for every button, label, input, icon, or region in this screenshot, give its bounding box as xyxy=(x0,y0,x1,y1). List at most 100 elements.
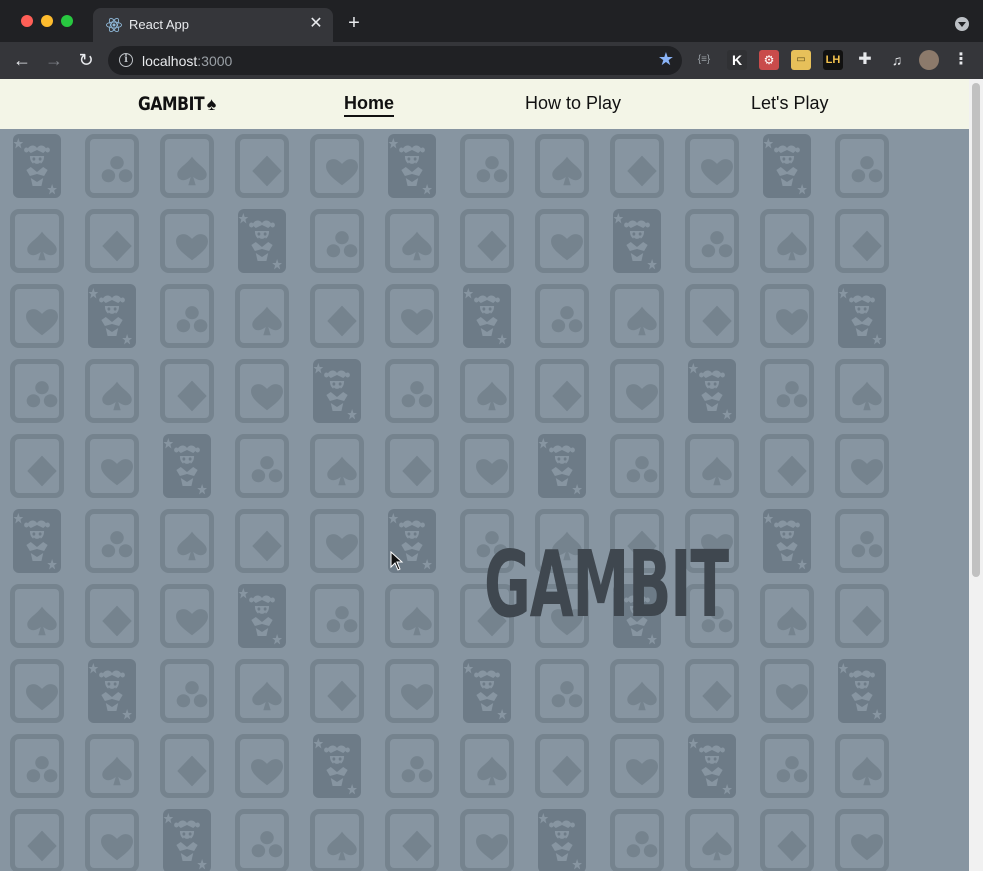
spades-card-icon xyxy=(610,284,664,348)
diamonds-card-icon xyxy=(235,509,289,573)
joker-card-icon xyxy=(763,509,811,573)
browser-menu-icon[interactable]: ⋮ xyxy=(951,50,971,70)
profile-avatar[interactable] xyxy=(919,50,939,70)
hearts-card-icon xyxy=(460,809,514,871)
joker-card-icon xyxy=(13,509,61,573)
spades-card-icon xyxy=(160,134,214,198)
hearts-card-icon xyxy=(610,359,664,423)
puzzle-extensions-icon[interactable]: ✚ xyxy=(855,50,875,70)
joker-card-icon xyxy=(388,134,436,198)
hearts-card-icon xyxy=(10,659,64,723)
spades-card-icon xyxy=(460,734,514,798)
spades-card-icon xyxy=(535,134,589,198)
spades-card-icon xyxy=(760,209,814,273)
joker-card-icon xyxy=(88,659,136,723)
diamonds-card-icon xyxy=(160,734,214,798)
diamonds-card-icon xyxy=(760,434,814,498)
nav-home-link[interactable]: Home xyxy=(344,93,395,117)
diamonds-card-icon xyxy=(535,359,589,423)
react-devtools-icon[interactable]: ⚙ xyxy=(759,50,779,70)
joker-card-icon xyxy=(313,734,361,798)
new-tab-button[interactable]: + xyxy=(343,12,365,34)
clubs-card-icon xyxy=(160,659,214,723)
clubs-card-icon xyxy=(385,734,439,798)
brand-text: GAMBIT xyxy=(138,93,205,115)
close-tab-icon[interactable]: ✕ xyxy=(307,15,325,33)
spades-card-icon xyxy=(835,734,889,798)
close-window-button[interactable] xyxy=(21,15,33,27)
joker-card-icon xyxy=(688,734,736,798)
back-button[interactable]: ← xyxy=(10,48,34,72)
diamonds-card-icon xyxy=(610,134,664,198)
spades-card-icon xyxy=(460,359,514,423)
tab-strip: React App ✕ + xyxy=(0,0,983,42)
forward-button[interactable]: → xyxy=(42,48,66,72)
clubs-card-icon xyxy=(760,359,814,423)
address-bar[interactable]: i localhost:3000 ★ xyxy=(108,46,682,75)
browser-tab[interactable]: React App ✕ xyxy=(93,8,333,42)
diamonds-card-icon xyxy=(385,809,439,871)
clubs-card-icon xyxy=(85,134,139,198)
diamonds-card-icon xyxy=(385,434,439,498)
joker-card-icon xyxy=(88,284,136,348)
joker-card-icon xyxy=(613,209,661,273)
diamonds-card-icon xyxy=(10,809,64,871)
diamonds-card-icon xyxy=(235,134,289,198)
diamonds-card-icon xyxy=(10,434,64,498)
hearts-card-icon xyxy=(85,809,139,871)
hearts-card-icon xyxy=(310,509,364,573)
spade-icon: ♠ xyxy=(206,94,217,114)
site-navbar: GAMBIT ♠ Home How to Play Let's Play xyxy=(0,79,969,129)
hearts-card-icon xyxy=(85,434,139,498)
spades-card-icon xyxy=(310,434,364,498)
diamonds-card-icon xyxy=(310,659,364,723)
clubs-card-icon xyxy=(535,284,589,348)
scrollbar-thumb[interactable] xyxy=(972,83,980,577)
brand-logo[interactable]: GAMBIT ♠ xyxy=(138,92,216,116)
joker-card-icon xyxy=(538,809,586,871)
reload-button[interactable]: ↻ xyxy=(74,48,98,72)
spades-card-icon xyxy=(685,434,739,498)
notes-extension-icon[interactable]: ▭ xyxy=(791,50,811,70)
page-viewport: GAMBIT ♠ Home How to Play Let's Play GAM… xyxy=(0,79,969,871)
joker-card-icon xyxy=(688,359,736,423)
bookmark-star-icon[interactable]: ★ xyxy=(658,49,674,70)
tab-search-button[interactable] xyxy=(955,17,969,31)
hearts-card-icon xyxy=(310,134,364,198)
json-viewer-icon[interactable]: {≡} xyxy=(694,50,714,70)
spades-card-icon xyxy=(385,584,439,648)
joker-card-icon xyxy=(538,434,586,498)
media-control-icon[interactable]: ♫ xyxy=(887,50,907,70)
hearts-card-icon xyxy=(760,284,814,348)
maximize-window-button[interactable] xyxy=(61,15,73,27)
diamonds-card-icon xyxy=(760,809,814,871)
clubs-card-icon xyxy=(385,359,439,423)
lighthouse-icon[interactable]: LH xyxy=(823,50,843,70)
clubs-card-icon xyxy=(460,134,514,198)
tab-title: React App xyxy=(129,17,189,32)
diamonds-card-icon xyxy=(535,734,589,798)
clubs-card-icon xyxy=(10,734,64,798)
page-scrollbar[interactable] xyxy=(969,79,983,871)
url-text[interactable]: localhost:3000 xyxy=(142,53,232,69)
clubs-card-icon xyxy=(235,809,289,871)
clubs-card-icon xyxy=(610,809,664,871)
browser-toolbar: ← → ↻ i localhost:3000 ★ {≡} K ⚙ ▭ LH ✚ … xyxy=(0,42,983,79)
react-icon xyxy=(106,17,122,33)
clubs-card-icon xyxy=(10,359,64,423)
nav-lets-play-link[interactable]: Let's Play xyxy=(751,93,828,114)
joker-card-icon xyxy=(163,434,211,498)
site-info-icon[interactable]: i xyxy=(119,53,133,67)
mouse-cursor-icon xyxy=(390,551,404,571)
minimize-window-button[interactable] xyxy=(41,15,53,27)
spades-card-icon xyxy=(85,359,139,423)
spades-card-icon xyxy=(835,359,889,423)
hearts-card-icon xyxy=(160,209,214,273)
nav-how-to-play-link[interactable]: How to Play xyxy=(525,93,621,114)
clubs-card-icon xyxy=(760,734,814,798)
spades-card-icon xyxy=(160,509,214,573)
k-extension-icon[interactable]: K xyxy=(727,50,747,70)
card-pattern-background xyxy=(0,129,969,871)
diamonds-card-icon xyxy=(685,284,739,348)
diamonds-card-icon xyxy=(310,284,364,348)
